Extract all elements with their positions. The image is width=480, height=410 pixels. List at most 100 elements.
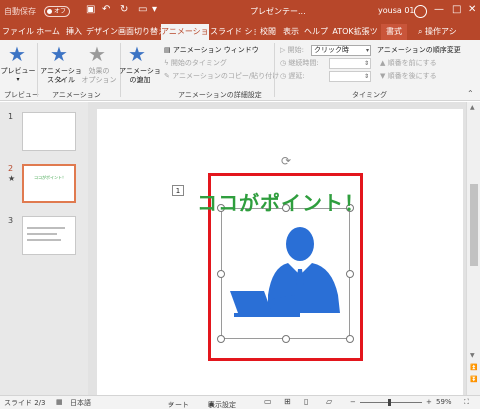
move-earlier-label: 順番を前にする: [387, 59, 437, 67]
delay-label-text: 遅延:: [288, 72, 305, 80]
scroll-down-icon[interactable]: ▼: [470, 352, 475, 359]
tab-format[interactable]: 書式: [381, 24, 407, 40]
tab-home[interactable]: ホーム: [34, 24, 62, 40]
preview-dropdown-icon[interactable]: ▾: [0, 75, 36, 84]
group-divider: [274, 43, 275, 97]
vertical-scrollbar[interactable]: ▲ ▼ ⏫ ⏬: [466, 102, 480, 395]
animation-style-star-icon: ★: [50, 42, 68, 66]
zoom-in-icon[interactable]: +: [426, 398, 432, 406]
selected-picture[interactable]: [217, 204, 354, 343]
autosave-label: 自動保存: [4, 7, 36, 16]
thumbnail-title: ココがポイント！: [34, 175, 66, 180]
tab-insert[interactable]: 挿入: [63, 24, 85, 40]
animation-painter-button[interactable]: ✎ アニメーションのコピー/貼り付け: [164, 71, 279, 81]
maximize-icon[interactable]: □: [452, 4, 461, 15]
zoom-level[interactable]: 59%: [436, 398, 452, 406]
thumbnail-text-line: [27, 227, 65, 229]
zoom-out-icon[interactable]: −: [350, 398, 356, 406]
reorder-label: アニメーションの順序変更: [377, 46, 461, 54]
search-icon: ⌕: [418, 27, 426, 36]
ribbon-tabs: ファイル ホーム 挿入 デザイン 画面切り替え アニメーション スライド ショー…: [0, 24, 480, 40]
slide-editor: 1 ⟳ ココがポイント！: [88, 102, 466, 395]
start-slideshow-icon[interactable]: ▭: [138, 4, 147, 15]
add-animation-line2[interactable]: の追加: [118, 76, 162, 85]
start-label: ▷ 開始:: [280, 45, 304, 55]
thumbnail-text-line: [27, 239, 61, 241]
normal-view-icon[interactable]: ▭: [264, 397, 272, 406]
zoom-slider-knob[interactable]: [388, 399, 391, 406]
slide-thumbnails-pane: 1 2 ★ ココがポイント！ 3: [0, 102, 88, 395]
collapse-ribbon-icon[interactable]: ⌃: [467, 89, 474, 98]
tab-design[interactable]: デザイン: [86, 24, 118, 40]
businessman-laptop-icon: [230, 227, 340, 317]
zoom-slider[interactable]: [360, 402, 422, 403]
redo-icon[interactable]: ↻: [120, 4, 128, 15]
next-slide-icon[interactable]: ⏬: [470, 376, 477, 383]
slide-thumbnail-3[interactable]: [22, 216, 76, 255]
tab-file[interactable]: ファイル: [2, 24, 34, 40]
tab-view[interactable]: 表示: [280, 24, 302, 40]
slide-thumbnail-2[interactable]: ココがポイント！: [22, 164, 76, 203]
minimize-icon[interactable]: —: [434, 4, 444, 15]
slide-title[interactable]: ココがポイント！: [197, 187, 365, 216]
scrollbar-thumb[interactable]: [470, 184, 478, 266]
move-later-label: 順番を後にする: [387, 72, 437, 80]
slide-sorter-icon[interactable]: ⊞: [284, 397, 291, 406]
slide[interactable]: 1 ⟳ ココがポイント！: [97, 109, 463, 395]
spinner-icon: ⇕: [363, 60, 369, 67]
group-label-advanced: アニメーションの詳細設定: [178, 91, 262, 99]
resize-handle[interactable]: [217, 270, 225, 278]
fit-to-window-icon[interactable]: ⛶: [464, 398, 469, 407]
tab-transitions[interactable]: 画面切り替え: [118, 24, 166, 40]
animation-order-tag[interactable]: 1: [172, 185, 184, 196]
thumbnail-number: 2: [8, 164, 14, 173]
user-name[interactable]: yousa 01: [378, 6, 415, 15]
animation-pane-button[interactable]: ▤ アニメーション ウィンドウ: [164, 45, 259, 55]
animation-marker: ★: [8, 174, 16, 183]
tab-animations[interactable]: アニメーション: [161, 24, 217, 40]
scroll-up-icon[interactable]: ▲: [470, 104, 475, 111]
slide-thumbnail-1[interactable]: [22, 112, 76, 151]
effect-options-line2[interactable]: オプション: [78, 76, 120, 85]
resize-handle[interactable]: [346, 270, 354, 278]
resize-handle[interactable]: [282, 335, 290, 343]
group-label-animation: アニメーション: [52, 91, 101, 99]
resize-handle[interactable]: [346, 335, 354, 343]
duration-label-text: 継続時間:: [288, 59, 319, 67]
effect-options-line1[interactable]: 効果の: [80, 67, 118, 76]
group-label-preview: プレビュー: [4, 91, 39, 99]
animation-painter-label: アニメーションのコピー/貼り付け: [172, 72, 280, 80]
language-indicator[interactable]: 日本語: [70, 398, 91, 408]
down-arrow-icon: ▼: [380, 72, 388, 80]
resize-handle[interactable]: [217, 335, 225, 343]
rotate-handle-icon[interactable]: ⟳: [281, 154, 291, 168]
tab-slideshow[interactable]: スライド ショー: [210, 24, 256, 40]
duration-field[interactable]: ⇕: [329, 58, 371, 69]
previous-slide-icon[interactable]: ⏫: [470, 364, 477, 371]
spellcheck-icon[interactable]: ▦: [56, 398, 63, 406]
tab-atok[interactable]: ATOK拡張ツ: [330, 24, 380, 40]
search-box[interactable]: ⌕ 操作アシ: [418, 24, 457, 40]
autosave-toggle[interactable]: オフ: [44, 6, 70, 17]
slideshow-view-icon[interactable]: ▱: [326, 397, 332, 406]
start-combo[interactable]: クリック時 ▾: [311, 45, 371, 56]
delay-label: ◷ 遅延:: [280, 71, 305, 81]
tab-review[interactable]: 校閲: [257, 24, 279, 40]
delay-field[interactable]: ⇕: [329, 71, 371, 82]
trigger-label: 開始のタイミング: [170, 59, 227, 67]
move-earlier-button[interactable]: ▲ 順番を前にする: [380, 58, 437, 68]
move-later-button[interactable]: ▼ 順番を後にする: [380, 71, 437, 81]
status-bar: スライド 2/3 ▦ 日本語 ≐ ノート ▣ 表示設定 ▭ ⊞ ▯ ▱ − + …: [0, 395, 480, 409]
start-icon: ▷: [280, 46, 288, 54]
undo-icon[interactable]: ↶: [102, 4, 110, 15]
thumbnail-text-line: [27, 233, 57, 235]
reading-view-icon[interactable]: ▯: [304, 397, 308, 406]
trigger-button[interactable]: ϟ 開始のタイミング: [164, 58, 227, 68]
save-icon[interactable]: ▣: [86, 4, 95, 15]
customize-toolbar-icon[interactable]: ▾: [152, 4, 157, 15]
title-bar: 自動保存 オフ ▣ ↶ ↻ ▭ ▾ プレゼンテー... yousa 01 — □…: [0, 0, 480, 24]
close-icon[interactable]: ✕: [468, 4, 476, 15]
tab-help[interactable]: ヘルプ: [303, 24, 329, 40]
avatar[interactable]: [414, 5, 427, 18]
search-label: 操作アシ: [425, 27, 457, 36]
